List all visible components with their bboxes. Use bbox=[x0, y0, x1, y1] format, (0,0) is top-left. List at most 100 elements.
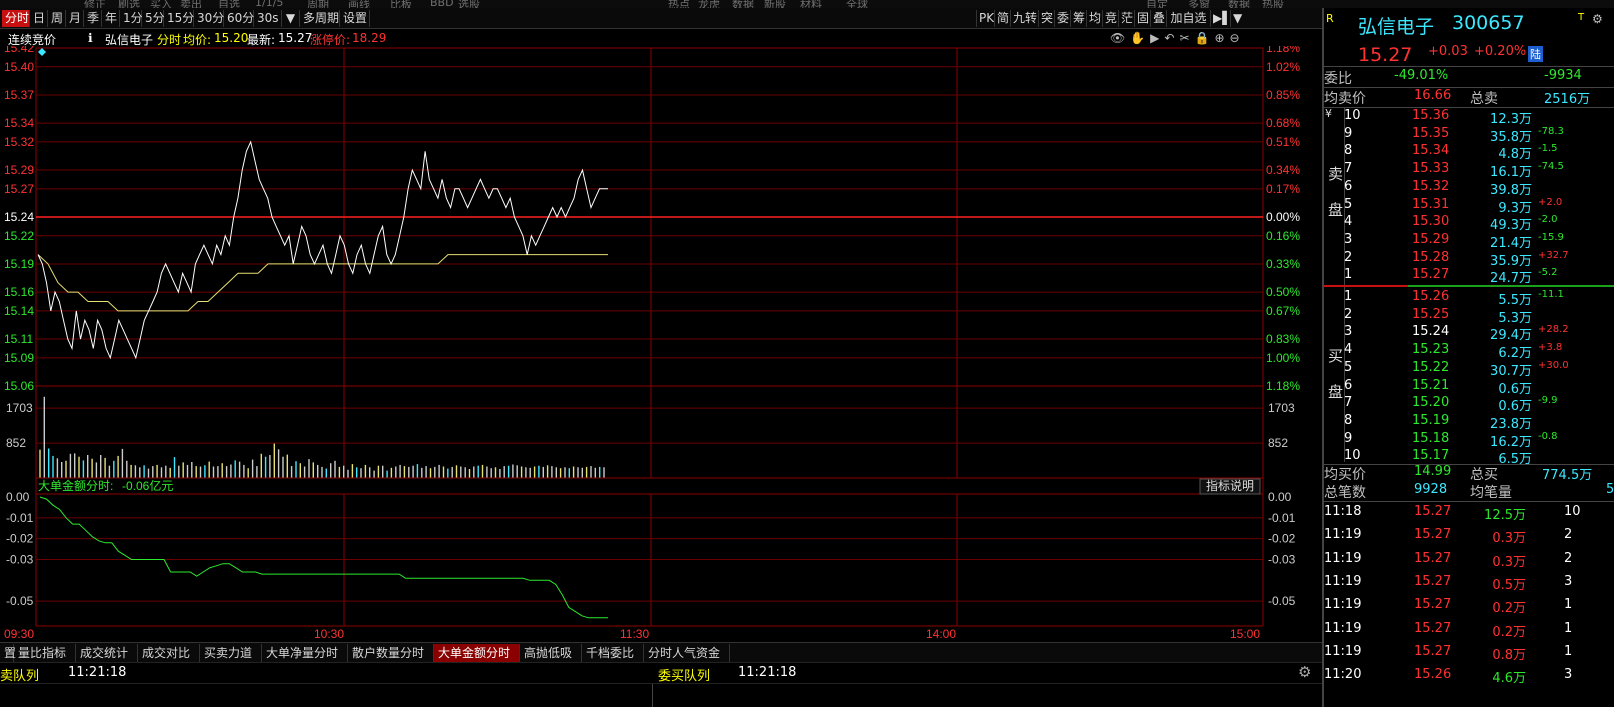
menu-item[interactable]: 画线 bbox=[348, 0, 370, 8]
period-0[interactable]: 分时 bbox=[2, 10, 30, 27]
ask-volume: 49.3万 bbox=[1490, 218, 1532, 234]
indicator-tab-9[interactable]: 千档委比 bbox=[582, 644, 644, 662]
buy-queue-label: 委买队列 bbox=[658, 669, 711, 684]
menu-item[interactable]: 龙虎 bbox=[698, 0, 720, 8]
period-12[interactable]: ▼ bbox=[282, 10, 300, 27]
bid-change: +28.2 bbox=[1538, 324, 1569, 336]
period-3[interactable]: 月 bbox=[66, 10, 84, 27]
period-4[interactable]: 季 bbox=[84, 10, 102, 27]
menu-item[interactable]: BBD bbox=[430, 0, 454, 8]
toolbar-tool-1[interactable]: 简 bbox=[994, 10, 1010, 27]
menu-item[interactable]: 比板 bbox=[390, 0, 412, 8]
period-13[interactable]: 多周期 bbox=[300, 10, 340, 27]
indicator-tab-6[interactable]: 散户数量分时 bbox=[348, 644, 434, 662]
ask-level: 1 bbox=[1344, 267, 1353, 283]
menu-item[interactable]: 刷选 bbox=[118, 0, 140, 8]
menu-item[interactable]: 自选 bbox=[218, 0, 240, 8]
toolbar-tool-9[interactable]: 固 bbox=[1134, 10, 1150, 27]
period-11[interactable]: 30s bbox=[254, 10, 282, 27]
ask-change: -5.2 bbox=[1538, 267, 1558, 279]
menu-item[interactable]: 热点 bbox=[668, 0, 690, 8]
tick-volume: 0.2万 bbox=[1492, 624, 1526, 640]
settings-gear-icon[interactable]: ⚙ bbox=[1298, 663, 1311, 681]
menu-item[interactable]: 1/1/5 bbox=[255, 0, 283, 8]
indicator-label: 大单金额分时: bbox=[38, 478, 113, 493]
tick-count: 10 bbox=[1564, 504, 1581, 519]
toolbar-tool-4[interactable]: 委 bbox=[1054, 10, 1070, 27]
period-1[interactable]: 日 bbox=[30, 10, 48, 27]
menu-item[interactable]: 数据 bbox=[732, 0, 754, 8]
toolbar-tool-6[interactable]: 均 bbox=[1086, 10, 1102, 27]
indicator-tab-8[interactable]: 高抛低吸 bbox=[520, 644, 582, 662]
tick-row: 11:19 15.27 0.5万 3 bbox=[1324, 574, 1614, 593]
menu-item[interactable]: 材料 bbox=[800, 0, 822, 8]
menu-item[interactable]: 数据 bbox=[1228, 0, 1250, 8]
menu-item[interactable]: 热股 bbox=[1262, 0, 1284, 8]
price-tick: 15.09 bbox=[4, 351, 34, 365]
indicator-tab-3[interactable]: 成交对比 bbox=[138, 644, 200, 662]
period-14[interactable]: 设置 bbox=[340, 10, 370, 27]
period-10[interactable]: 60分 bbox=[224, 10, 254, 27]
tick-count: 3 bbox=[1564, 667, 1573, 683]
indicator-tab-5[interactable]: 大单净量分时 bbox=[262, 644, 348, 662]
period-9[interactable]: 30分 bbox=[194, 10, 224, 27]
indicator-tab-10[interactable]: 分时人气资金 bbox=[644, 644, 730, 662]
quote-panel: R 弘信电子 300657 T ⚙ 15.27 +0.03 +0.20% 陆委比 -49.01% -… bbox=[1322, 8, 1614, 707]
ask-price: 15.29 bbox=[1412, 231, 1450, 247]
price-row: 15.27 +0.03 +0.20% 陆 bbox=[1324, 44, 1614, 66]
period-6[interactable]: 1分 bbox=[120, 10, 143, 27]
price-tick: 15.06 bbox=[4, 379, 34, 393]
period-2[interactable]: 周 bbox=[48, 10, 66, 27]
corner-marker: T bbox=[1578, 12, 1585, 23]
period-5[interactable]: 年 bbox=[102, 10, 120, 27]
toolbar-tool-7[interactable]: 竞 bbox=[1102, 10, 1118, 27]
indicator-tab-4[interactable]: 买卖力道 bbox=[200, 644, 262, 662]
ask-volume: 12.3万 bbox=[1490, 112, 1532, 127]
time-tick: 09:30 bbox=[4, 627, 34, 641]
time-tick: 15:00 bbox=[1230, 627, 1260, 641]
stock-title: 弘信电子 bbox=[1358, 16, 1435, 38]
price-tick: 15.22 bbox=[4, 229, 34, 243]
indicator-tab-2[interactable]: 成交统计 bbox=[76, 644, 138, 662]
toolbar-tool-11[interactable]: 加自选 bbox=[1166, 10, 1210, 27]
period-8[interactable]: 15分 bbox=[164, 10, 194, 27]
chart-tool-icons[interactable]: 👁✋▶↶✂🔒⊕⊖ bbox=[1110, 31, 1245, 45]
indicator-tab-0[interactable]: 置 bbox=[0, 644, 16, 662]
toolbar-tool-13[interactable]: ▼ bbox=[1230, 10, 1244, 27]
menu-item[interactable]: 买入 bbox=[150, 0, 172, 8]
indicator-tab-1[interactable]: 量比指标 bbox=[14, 644, 76, 662]
intraday-chart[interactable]: 15.42 1.18% 15.40 1.02% 15.37 0.85% 15.34 0.68%… bbox=[0, 46, 1322, 642]
indicator-tabs: 置量比指标 成交统计 成交对比 买卖力道 大单净量分时 散户数量分时 大单金额分时 高抛低吸千… bbox=[0, 642, 1322, 662]
indicator-tab-7[interactable]: 大单金额分时 bbox=[434, 644, 520, 662]
ask-row: 4 15.30 49.3万 -2.0 bbox=[1324, 214, 1614, 234]
toolbar-tool-2[interactable]: 九转 bbox=[1010, 10, 1038, 27]
bid-level: 6 bbox=[1344, 377, 1353, 393]
toolbar-tool-10[interactable]: 叠 bbox=[1150, 10, 1166, 27]
menu-item[interactable]: 卖出 bbox=[180, 0, 202, 8]
indicator-tick: -0.03 bbox=[1268, 553, 1296, 567]
bid-level: 3 bbox=[1344, 324, 1353, 340]
ask-change: -74.5 bbox=[1538, 161, 1564, 173]
tick-row: 11:20 15.26 4.6万 3 bbox=[1324, 667, 1614, 686]
menu-item[interactable]: 修正 bbox=[84, 0, 106, 8]
menu-item[interactable]: 选股 bbox=[458, 0, 480, 8]
price-change-pct: +0.20% bbox=[1474, 44, 1527, 59]
tick-price: 15.26 bbox=[1414, 667, 1452, 683]
weibi-row: 委比 -49.01% -9934 bbox=[1324, 68, 1614, 87]
period-7[interactable]: 5分 bbox=[142, 10, 165, 27]
menu-item[interactable]: 多窗 bbox=[1188, 0, 1210, 8]
menu-item[interactable]: 周期 bbox=[307, 0, 329, 8]
bid-ask-divider-green bbox=[1408, 285, 1614, 287]
toolbar-tool-3[interactable]: 突 bbox=[1038, 10, 1054, 27]
menu-item[interactable]: 自定 bbox=[1146, 0, 1168, 8]
trade-count: 9928 bbox=[1414, 482, 1448, 497]
toolbar-tool-8[interactable]: 茫 bbox=[1118, 10, 1134, 27]
toolbar-tool-0[interactable]: PK bbox=[976, 10, 994, 27]
pct-tick: 0.16% bbox=[1266, 229, 1300, 243]
menu-item[interactable]: 全球 bbox=[846, 0, 868, 8]
toolbar-tool-12[interactable]: ▶▌ bbox=[1210, 10, 1231, 27]
menu-item[interactable]: 新股 bbox=[764, 0, 786, 8]
toolbar-tool-5[interactable]: 筹 bbox=[1070, 10, 1086, 27]
bid-change: +3.8 bbox=[1538, 342, 1563, 354]
ask-volume: 39.8万 bbox=[1490, 182, 1532, 198]
